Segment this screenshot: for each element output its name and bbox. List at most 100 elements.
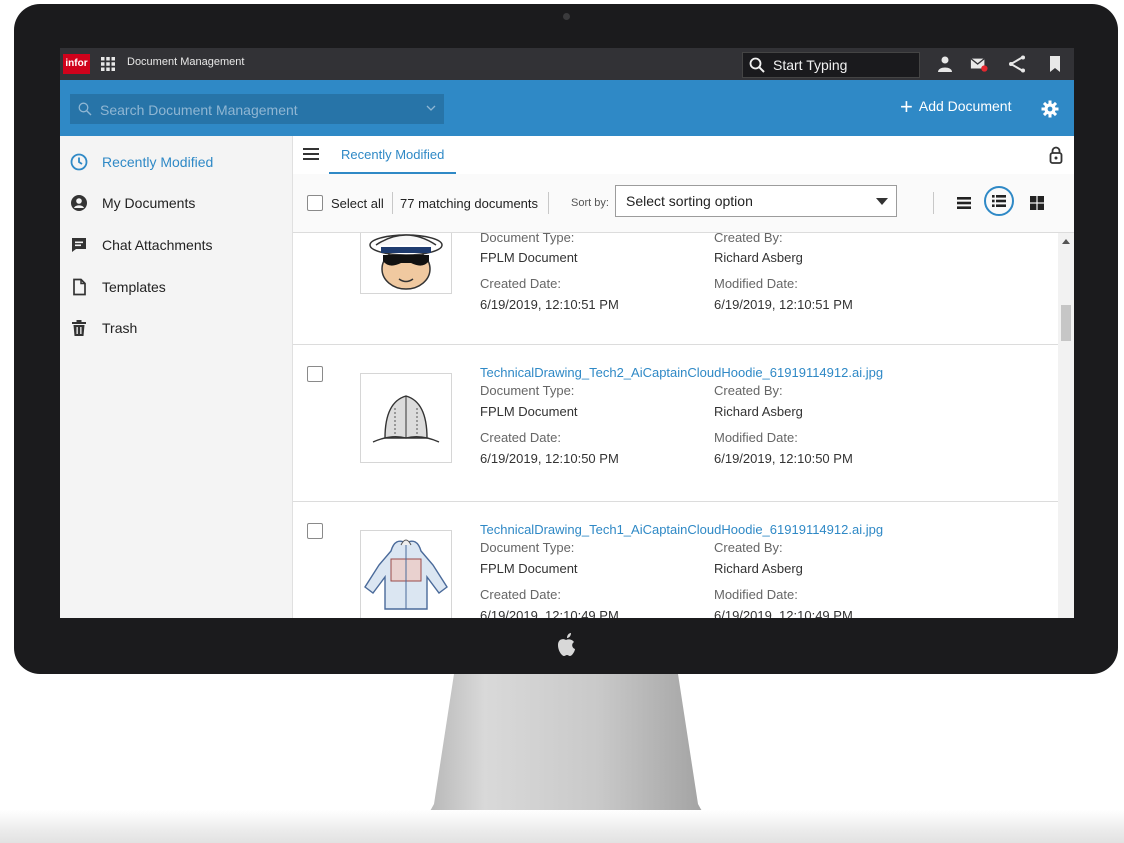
created-date-label: Created Date: <box>480 587 561 602</box>
modified-date-value: 6/19/2019, 12:10:51 PM <box>714 297 853 312</box>
user-icon[interactable] <box>936 55 954 73</box>
created-by-label: Created By: <box>714 233 783 245</box>
created-date-value: 6/19/2019, 12:10:51 PM <box>480 297 619 312</box>
lock-icon[interactable] <box>1049 146 1063 164</box>
select-all-checkbox[interactable] <box>307 195 323 211</box>
sidebar-item-label: Chat Attachments <box>102 237 213 253</box>
hood-drawing-image <box>372 395 440 443</box>
app-screen: infor Document Management Start Typing S… <box>60 48 1074 618</box>
item-checkbox[interactable] <box>307 523 323 539</box>
sort-select-value: Select sorting option <box>626 193 753 209</box>
list-view-icon[interactable] <box>954 193 974 213</box>
modified-date-value: 6/19/2019, 12:10:49 PM <box>714 608 853 618</box>
doc-type-label: Document Type: <box>480 540 575 555</box>
sort-select[interactable]: Select sorting option <box>615 185 897 217</box>
gear-icon[interactable] <box>1041 100 1059 118</box>
document-thumbnail[interactable] <box>360 373 452 463</box>
matching-count: 77 matching documents <box>400 196 539 211</box>
share-icon[interactable] <box>1008 55 1026 73</box>
created-by-value: Richard Asberg <box>714 561 803 576</box>
list-scrollbar[interactable] <box>1058 233 1074 618</box>
divider <box>392 192 393 214</box>
sidebar-item-label: Recently Modified <box>102 154 214 170</box>
sidebar-item-label: Templates <box>102 279 166 295</box>
document-search[interactable] <box>70 94 444 124</box>
clock-icon <box>70 153 88 171</box>
document-name-link[interactable]: TechnicalDrawing_Tech2_AiCaptainCloudHoo… <box>480 365 883 380</box>
detail-list-icon <box>992 195 1006 207</box>
floor-shadow <box>0 810 1124 843</box>
mail-icon[interactable] <box>970 55 988 73</box>
modified-date-label: Modified Date: <box>714 430 798 445</box>
list-item[interactable]: TechnicalDrawing_Tech2_AiCaptainCloudHoo… <box>293 345 1058 502</box>
sidebar-item-recently-modified[interactable]: Recently Modified <box>60 142 292 182</box>
doc-type-value: FPLM Document <box>480 561 578 576</box>
sidebar: Recently Modified My Documents Chat Atta… <box>60 136 293 618</box>
caret-down-icon <box>876 198 888 205</box>
sort-by-label: Sort by: <box>571 197 609 209</box>
file-icon <box>73 278 86 296</box>
sidebar-item-label: Trash <box>102 320 138 336</box>
document-thumbnail[interactable] <box>360 530 452 618</box>
divider <box>933 192 934 214</box>
list-toolbar: Select all 77 matching documents Sort by… <box>293 174 1074 233</box>
top-bar: infor Document Management Start Typing <box>60 48 1074 80</box>
created-date-label: Created Date: <box>480 276 561 291</box>
created-by-label: Created By: <box>714 540 783 555</box>
search-icon <box>749 57 765 73</box>
sidebar-item-chat-attachments[interactable]: Chat Attachments <box>60 225 292 265</box>
sidebar-item-my-documents[interactable]: My Documents <box>60 183 292 223</box>
app-title: Document Management <box>127 56 245 68</box>
doc-type-label: Document Type: <box>480 383 575 398</box>
divider <box>548 192 549 214</box>
list-item[interactable]: Document Type: FPLM Document Created By:… <box>293 233 1058 345</box>
created-by-label: Created By: <box>714 383 783 398</box>
plus-icon: + <box>900 94 913 120</box>
item-checkbox[interactable] <box>307 366 323 382</box>
document-search-input[interactable] <box>98 99 402 121</box>
select-all-label[interactable]: Select all <box>331 196 384 211</box>
sidebar-item-templates[interactable]: Templates <box>60 267 292 307</box>
detail-view-button[interactable] <box>984 186 1014 216</box>
list-item[interactable]: TechnicalDrawing_Tech1_AiCaptainCloudHoo… <box>293 502 1058 618</box>
add-document-label: Add Document <box>918 98 1012 114</box>
created-date-value: 6/19/2019, 12:10:50 PM <box>480 451 619 466</box>
hamburger-menu-icon[interactable] <box>303 147 319 161</box>
infor-logo: infor <box>63 54 90 74</box>
created-date-value: 6/19/2019, 12:10:49 PM <box>480 608 619 618</box>
camera <box>563 13 570 20</box>
scrollbar-thumb[interactable] <box>1061 305 1071 341</box>
app-header: + Add Document <box>60 80 1074 136</box>
user-circle-icon <box>71 195 87 211</box>
grid-view-icon[interactable] <box>1027 193 1047 213</box>
apps-grid-icon[interactable] <box>100 56 116 72</box>
modified-date-label: Modified Date: <box>714 587 798 602</box>
global-search[interactable]: Start Typing <box>742 52 920 78</box>
chat-icon <box>72 238 86 252</box>
doc-type-label: Document Type: <box>480 233 575 245</box>
document-list: Document Type: FPLM Document Created By:… <box>293 233 1058 618</box>
created-by-value: Richard Asberg <box>714 250 803 265</box>
doc-type-value: FPLM Document <box>480 404 578 419</box>
document-name-link[interactable]: TechnicalDrawing_Tech1_AiCaptainCloudHoo… <box>480 522 883 537</box>
document-thumbnail[interactable] <box>360 233 452 294</box>
tab-recently-modified[interactable]: Recently Modified <box>329 136 457 174</box>
global-search-placeholder: Start Typing <box>773 57 848 73</box>
bookmark-icon[interactable] <box>1046 55 1064 73</box>
add-document-button[interactable]: + Add Document <box>900 96 1012 120</box>
modified-date-value: 6/19/2019, 12:10:50 PM <box>714 451 853 466</box>
hoodie-drawing-image <box>364 539 448 610</box>
apple-logo-icon <box>558 633 575 656</box>
chevron-down-icon[interactable] <box>426 105 436 112</box>
doc-type-value: FPLM Document <box>480 250 578 265</box>
main-content: Recently Modified Select all 77 matching… <box>293 136 1074 618</box>
captain-cartoon-image <box>369 234 443 290</box>
tab-bar: Recently Modified <box>293 136 1074 175</box>
scroll-up-arrow-icon[interactable] <box>1062 239 1070 244</box>
trash-icon <box>72 320 86 336</box>
search-icon <box>78 102 92 116</box>
sidebar-item-label: My Documents <box>102 195 196 211</box>
created-by-value: Richard Asberg <box>714 404 803 419</box>
sidebar-item-trash[interactable]: Trash <box>60 308 292 348</box>
modified-date-label: Modified Date: <box>714 276 798 291</box>
